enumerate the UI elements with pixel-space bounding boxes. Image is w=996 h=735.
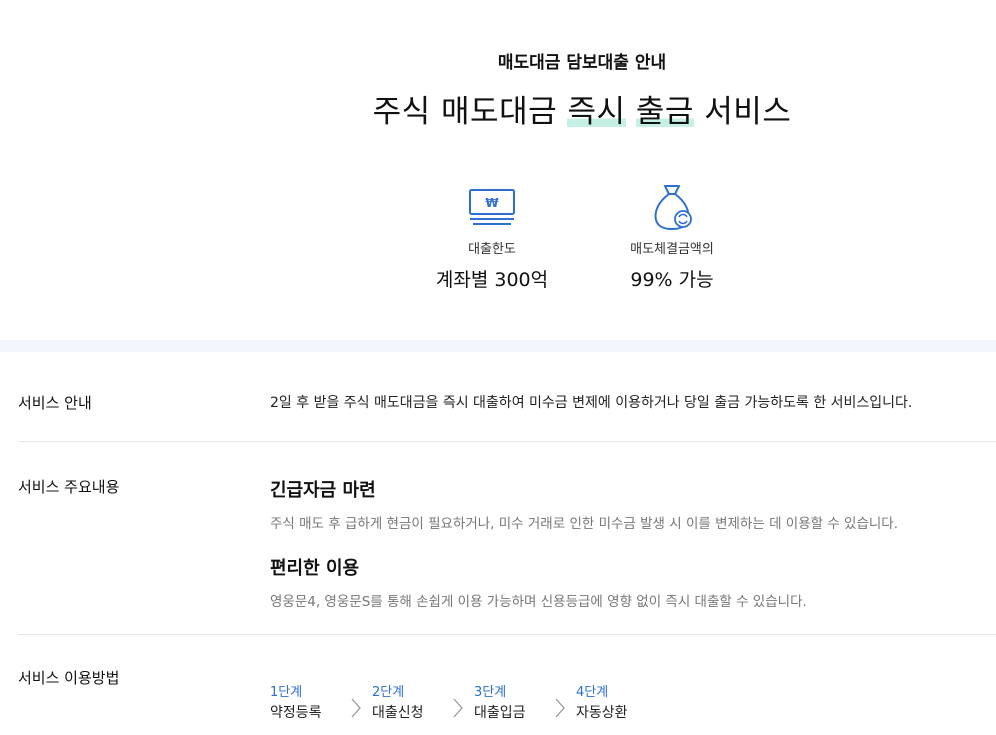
features-list: 긴급자금 마련 주식 매도 후 급하게 현금이 필요하거나, 미수 거래로 인한… [270, 476, 996, 634]
headline-space [626, 94, 636, 130]
steps-flow: 1단계 약정등록 2단계 대출신청 3단계 대출입금 4단계 자동상환 [270, 667, 996, 735]
info-content: 서비스 안내 2일 후 받을 주식 매도대금을 즉시 대출하여 미수금 변제에 … [0, 352, 996, 735]
row-title: 서비스 안내 [18, 394, 92, 412]
hero-section: 매도대금 담보대출 안내 주식 매도대금 즉시 출금 서비스 ₩ 대출한도 계좌… [0, 0, 996, 340]
stat-label: 매도체결금액의 [630, 242, 714, 257]
chevron-right-icon [340, 695, 372, 721]
step-number: 2단계 [372, 684, 405, 700]
feature-item: 편리한 이용 영웅문4, 영웅문S를 통해 손쉽게 이용 가능하며 신용등급에 … [270, 554, 996, 610]
service-guide-row: 서비스 안내 2일 후 받을 주식 매도대금을 즉시 대출하여 미수금 변제에 … [18, 352, 996, 442]
service-guide-text: 2일 후 받을 주식 매도대금을 즉시 대출하여 미수금 변제에 이용하거나 당… [270, 395, 913, 411]
headline-part: 주식 매도대금 [372, 94, 568, 130]
step-number: 3단계 [474, 684, 507, 700]
step-item: 2단계 대출신청 [372, 681, 442, 722]
feature-title: 편리한 이용 [270, 558, 360, 579]
step-name: 대출신청 [372, 704, 424, 721]
hero-eyebrow: 매도대금 담보대출 안내 [497, 53, 667, 73]
svg-text:₩: ₩ [485, 196, 499, 210]
service-howto-row: 서비스 이용방법 1단계 약정등록 2단계 대출신청 3단계 대출입금 4단계 … [18, 635, 996, 735]
stat-value: 99% 가능 [630, 269, 714, 291]
stat-value: 계좌별 300억 [435, 269, 549, 291]
hero-headline: 주식 매도대금 즉시 출금 서비스 [0, 86, 996, 131]
step-name: 약정등록 [270, 704, 322, 721]
feature-desc: 영웅문4, 영웅문S를 통해 손쉽게 이용 가능하며 신용등급에 영향 없이 즉… [270, 594, 807, 610]
step-item: 1단계 약정등록 [270, 681, 340, 722]
step-item: 4단계 자동상환 [576, 681, 646, 722]
step-number: 4단계 [576, 684, 609, 700]
stat-execution-ratio: 매도체결금액의 99% 가능 [587, 180, 757, 292]
stat-loan-limit: ₩ 대출한도 계좌별 300억 [407, 180, 577, 292]
won-monitor-icon: ₩ [407, 180, 577, 234]
headline-part: 서비스 [693, 94, 792, 130]
step-name: 자동상환 [576, 704, 628, 721]
stats-group: ₩ 대출한도 계좌별 300억 매도체결금액의 99% 가능 [0, 180, 996, 292]
feature-item: 긴급자금 마련 주식 매도 후 급하게 현금이 필요하거나, 미수 거래로 인한… [270, 476, 996, 532]
feature-title: 긴급자금 마련 [270, 480, 376, 501]
feature-desc: 주식 매도 후 급하게 현금이 필요하거나, 미수 거래로 인한 미수금 발생 … [270, 516, 899, 532]
chevron-right-icon [442, 695, 474, 721]
chevron-right-icon [544, 695, 576, 721]
section-divider-band [0, 340, 996, 352]
row-title: 서비스 이용방법 [18, 669, 120, 687]
headline-highlight: 출금 [635, 94, 694, 130]
row-title: 서비스 주요내용 [18, 478, 120, 496]
stat-label: 대출한도 [468, 242, 516, 257]
service-features-row: 서비스 주요내용 긴급자금 마련 주식 매도 후 급하게 현금이 필요하거나, … [18, 442, 996, 635]
step-name: 대출입금 [474, 704, 526, 721]
step-item: 3단계 대출입금 [474, 681, 544, 722]
money-bag-icon [587, 180, 757, 234]
headline-highlight: 즉시 [567, 94, 626, 130]
step-number: 1단계 [270, 684, 303, 700]
